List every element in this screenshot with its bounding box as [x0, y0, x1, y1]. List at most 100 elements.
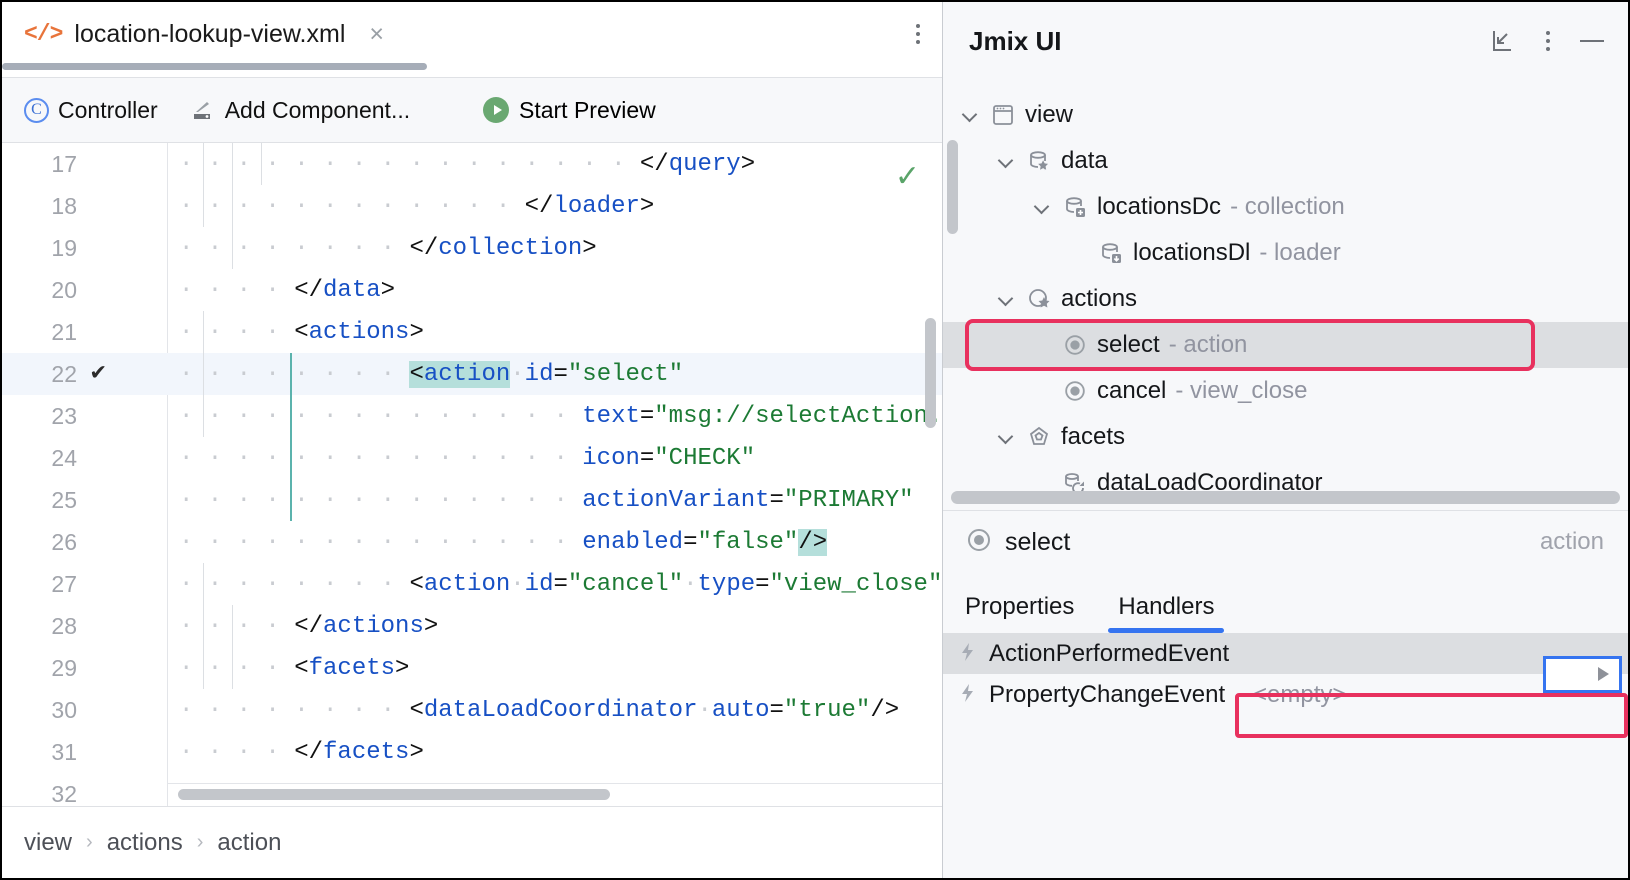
code-token: "true" [784, 697, 870, 724]
breadcrumb-item-actions[interactable]: actions [107, 829, 183, 857]
controller-button[interactable]: C Controller [24, 97, 158, 124]
tree-node-label: facets [1061, 423, 1125, 451]
editor-tab[interactable]: </> location-lookup-view.xml × [2, 2, 398, 66]
code-token: · · · · [179, 655, 294, 682]
breadcrumb-item-view[interactable]: view [24, 829, 72, 857]
chevron-down-icon[interactable] [997, 289, 1017, 309]
line-gutter: 20 [2, 269, 167, 311]
code-line[interactable]: 18 · · · · · · · · · · · · </loader> [2, 185, 942, 227]
tree-node-facets[interactable]: facets [943, 414, 1628, 460]
code-token: > [395, 655, 409, 682]
tab-handlers[interactable]: Handlers [1118, 593, 1214, 633]
handler-row[interactable]: PropertyChangeEvent<empty> [943, 674, 1628, 715]
chevron-down-icon[interactable] [997, 151, 1017, 171]
minimize-icon[interactable] [1580, 40, 1604, 42]
code-line[interactable]: 19· · · · · · · · </collection> [2, 227, 942, 269]
action-icon [965, 526, 993, 559]
code-line[interactable]: 28· · · · </actions> [2, 605, 942, 647]
handler-key: PropertyChangeEvent [943, 681, 1243, 709]
tree-node-label: cancel [1097, 377, 1166, 405]
code-token: </ [640, 151, 669, 178]
action-icon [1062, 378, 1088, 404]
code-token: auto [712, 697, 770, 724]
code-token: "false" [698, 529, 799, 556]
tree-node-locationsDc[interactable]: locationsDc - collection [943, 184, 1628, 230]
tree-node-cancel[interactable]: cancel - view_close [943, 368, 1628, 414]
tree-node-actions[interactable]: actions [943, 276, 1628, 322]
line-gutter: 27 [2, 563, 167, 605]
code-token: collection [438, 235, 582, 262]
code-text: · · · · · · · · · · · · </loader> [167, 193, 942, 220]
tree-spacer [1033, 473, 1053, 493]
tree-spacer [1069, 243, 1089, 263]
editor-horizontal-scrollbar[interactable] [168, 783, 942, 806]
breadcrumb: view›actions›action [2, 806, 942, 878]
tree-node-data[interactable]: data [943, 138, 1628, 184]
tab-properties[interactable]: Properties [965, 593, 1074, 633]
lightning-icon [957, 682, 979, 708]
selected-component-type: action [1540, 528, 1604, 556]
tree-node-label: locationsDc [1097, 193, 1221, 221]
code-token: /> [798, 529, 827, 556]
code-line[interactable]: 17· · · · · · · · · · · · · · · · </quer… [2, 143, 942, 185]
more-vertical-icon[interactable] [916, 24, 920, 44]
code-line[interactable]: 21· · · · <actions> [2, 311, 942, 353]
line-number: 22 [2, 361, 77, 388]
handler-value[interactable]: <empty> [1243, 681, 1628, 709]
code-line[interactable]: 25· · · · · · · · · · · · · · actionVari… [2, 479, 942, 521]
tree-horizontal-scrollbar[interactable] [951, 491, 1620, 504]
editor-horizontal-scroll-thumb[interactable] [178, 789, 610, 800]
handler-row[interactable]: ActionPerformedEvent [943, 633, 1628, 674]
code-line[interactable]: 26· · · · · · · · · · · · · · enabled="f… [2, 521, 942, 563]
code-editor[interactable]: 17· · · · · · · · · · · · · · · · </quer… [2, 143, 942, 806]
breadcrumb-separator-icon: › [197, 831, 204, 854]
gutter-check-icon[interactable]: ✔ [91, 362, 105, 386]
code-line[interactable]: 20· · · · </data> [2, 269, 942, 311]
breadcrumb-item-action[interactable]: action [217, 829, 281, 857]
code-token: · · · · [179, 319, 294, 346]
chevron-down-icon[interactable] [997, 427, 1017, 447]
code-line[interactable]: 30· · · · · · · · <dataLoadCoordinator·a… [2, 689, 942, 731]
line-number: 23 [2, 403, 77, 430]
indent-guide-active [290, 353, 292, 521]
code-line[interactable]: 27· · · · · · · · <action·id="cancel"·ty… [2, 563, 942, 605]
more-vertical-icon[interactable] [1546, 31, 1550, 51]
code-token: "CHECK" [654, 445, 755, 472]
code-line[interactable]: 24· · · · · · · · · · · · · · icon="CHEC… [2, 437, 942, 479]
code-token: = [683, 529, 697, 556]
line-number: 21 [2, 319, 77, 346]
chevron-down-icon[interactable] [1033, 197, 1053, 217]
code-token: · · · · [179, 277, 294, 304]
tree-node-locationsDl[interactable]: locationsDl - loader [943, 230, 1628, 276]
start-preview-button[interactable]: Start Preview [483, 97, 656, 124]
collapse-arrow-icon[interactable] [1490, 28, 1516, 54]
close-icon[interactable]: × [369, 22, 384, 47]
code-text: · · · · · · · · <action·id="cancel"·type… [167, 571, 942, 598]
code-line[interactable]: 22✔· · · · · · · · <action·id="select" [2, 353, 942, 395]
tree-node-select[interactable]: select - action [943, 322, 1628, 368]
chevron-down-icon[interactable] [961, 105, 981, 125]
add-component-button[interactable]: Add Component... [190, 97, 410, 124]
code-token: "view_close" [770, 571, 942, 598]
code-text: · · · · · · · · <dataLoadCoordinator·aut… [167, 697, 942, 724]
tab-scroll-indicator [2, 63, 427, 70]
jmix-ui-panel: Jmix UI viewdatalocationsDc - collection… [943, 2, 1628, 878]
code-line[interactable]: 23· · · · · · · · · · · · · · text="msg:… [2, 395, 942, 437]
code-token: > [640, 193, 654, 220]
code-token: = [553, 361, 567, 388]
code-token: · · · · · · · · · · · · · · [179, 487, 582, 514]
code-token: "cancel" [568, 571, 683, 598]
tree-horizontal-scroll-thumb[interactable] [951, 491, 1620, 504]
loader-icon [1098, 240, 1124, 266]
code-line[interactable]: 29· · · · <facets> [2, 647, 942, 689]
tree-vertical-scrollbar[interactable] [947, 140, 958, 234]
line-number: 18 [2, 193, 77, 220]
lightning-icon [957, 641, 979, 667]
editor-vertical-scrollbar[interactable] [925, 318, 936, 428]
tree-node-view[interactable]: view [943, 92, 1628, 138]
facets-icon [1026, 424, 1052, 450]
selected-component-name: select [1005, 528, 1070, 557]
code-token: actionVariant [582, 487, 769, 514]
line-number: 20 [2, 277, 77, 304]
code-line[interactable]: 31· · · · </facets> [2, 731, 942, 773]
